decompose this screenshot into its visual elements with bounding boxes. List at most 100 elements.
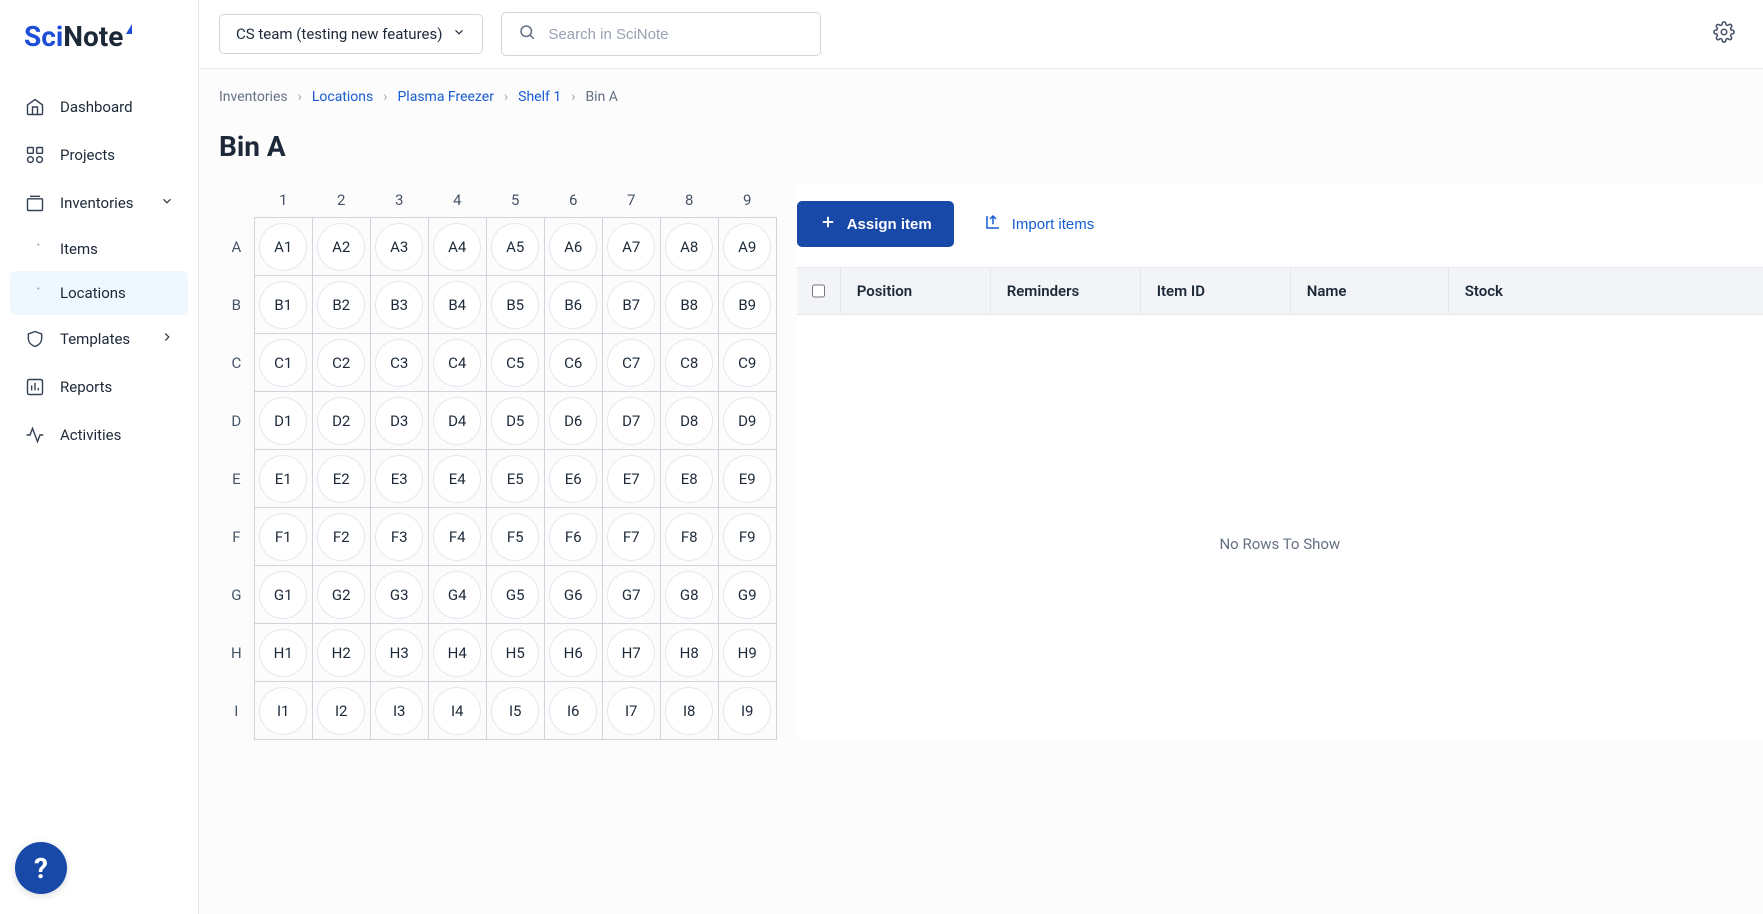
grid-cell-I6[interactable]: I6 xyxy=(544,682,602,740)
grid-cell-C9[interactable]: C9 xyxy=(718,334,776,392)
breadcrumb-shelf-1[interactable]: Shelf 1 xyxy=(518,89,561,105)
grid-cell-H6[interactable]: H6 xyxy=(544,624,602,682)
grid-cell-E1[interactable]: E1 xyxy=(254,450,312,508)
import-items-button[interactable]: Import items xyxy=(984,213,1095,235)
grid-cell-B8[interactable]: B8 xyxy=(660,276,718,334)
grid-cell-E9[interactable]: E9 xyxy=(718,450,776,508)
grid-cell-B3[interactable]: B3 xyxy=(370,276,428,334)
grid-cell-H2[interactable]: H2 xyxy=(312,624,370,682)
grid-cell-B4[interactable]: B4 xyxy=(428,276,486,334)
grid-cell-C1[interactable]: C1 xyxy=(254,334,312,392)
breadcrumb-plasma-freezer[interactable]: Plasma Freezer xyxy=(397,89,493,105)
select-all-header[interactable] xyxy=(797,268,841,314)
subnav-items[interactable]: · Items xyxy=(10,227,188,271)
search-input[interactable] xyxy=(548,26,804,43)
grid-cell-A3[interactable]: A3 xyxy=(370,218,428,276)
grid-cell-G6[interactable]: G6 xyxy=(544,566,602,624)
grid-cell-G5[interactable]: G5 xyxy=(486,566,544,624)
grid-cell-G4[interactable]: G4 xyxy=(428,566,486,624)
grid-cell-F5[interactable]: F5 xyxy=(486,508,544,566)
grid-cell-F2[interactable]: F2 xyxy=(312,508,370,566)
grid-cell-E2[interactable]: E2 xyxy=(312,450,370,508)
grid-cell-B1[interactable]: B1 xyxy=(254,276,312,334)
grid-cell-D4[interactable]: D4 xyxy=(428,392,486,450)
grid-cell-G3[interactable]: G3 xyxy=(370,566,428,624)
grid-cell-F7[interactable]: F7 xyxy=(602,508,660,566)
grid-cell-A6[interactable]: A6 xyxy=(544,218,602,276)
grid-cell-I2[interactable]: I2 xyxy=(312,682,370,740)
breadcrumb-locations[interactable]: Locations xyxy=(312,89,373,105)
grid-cell-F1[interactable]: F1 xyxy=(254,508,312,566)
team-selector[interactable]: CS team (testing new features) xyxy=(219,14,483,54)
grid-cell-H1[interactable]: H1 xyxy=(254,624,312,682)
grid-cell-H8[interactable]: H8 xyxy=(660,624,718,682)
search-box[interactable] xyxy=(501,12,821,56)
nav-dashboard[interactable]: Dashboard xyxy=(10,83,188,131)
help-button[interactable]: ? xyxy=(15,842,67,894)
grid-cell-B9[interactable]: B9 xyxy=(718,276,776,334)
grid-cell-G8[interactable]: G8 xyxy=(660,566,718,624)
grid-cell-H7[interactable]: H7 xyxy=(602,624,660,682)
grid-cell-G2[interactable]: G2 xyxy=(312,566,370,624)
grid-cell-D3[interactable]: D3 xyxy=(370,392,428,450)
grid-cell-F6[interactable]: F6 xyxy=(544,508,602,566)
grid-cell-A8[interactable]: A8 xyxy=(660,218,718,276)
grid-cell-E5[interactable]: E5 xyxy=(486,450,544,508)
grid-cell-C7[interactable]: C7 xyxy=(602,334,660,392)
grid-cell-B6[interactable]: B6 xyxy=(544,276,602,334)
column-position[interactable]: Position xyxy=(841,268,991,314)
grid-cell-I4[interactable]: I4 xyxy=(428,682,486,740)
grid-cell-H4[interactable]: H4 xyxy=(428,624,486,682)
grid-cell-A5[interactable]: A5 xyxy=(486,218,544,276)
nav-activities[interactable]: Activities xyxy=(10,411,188,459)
grid-cell-F4[interactable]: F4 xyxy=(428,508,486,566)
grid-cell-C5[interactable]: C5 xyxy=(486,334,544,392)
grid-cell-A7[interactable]: A7 xyxy=(602,218,660,276)
grid-cell-A2[interactable]: A2 xyxy=(312,218,370,276)
column-name[interactable]: Name xyxy=(1291,268,1449,314)
grid-cell-D2[interactable]: D2 xyxy=(312,392,370,450)
grid-cell-G7[interactable]: G7 xyxy=(602,566,660,624)
grid-cell-D6[interactable]: D6 xyxy=(544,392,602,450)
assign-item-button[interactable]: Assign item xyxy=(797,201,954,247)
column-item-id[interactable]: Item ID xyxy=(1141,268,1291,314)
grid-cell-D1[interactable]: D1 xyxy=(254,392,312,450)
grid-cell-B5[interactable]: B5 xyxy=(486,276,544,334)
grid-cell-D5[interactable]: D5 xyxy=(486,392,544,450)
grid-cell-I7[interactable]: I7 xyxy=(602,682,660,740)
select-all-checkbox[interactable] xyxy=(812,283,825,299)
grid-cell-E7[interactable]: E7 xyxy=(602,450,660,508)
grid-cell-I8[interactable]: I8 xyxy=(660,682,718,740)
grid-cell-D7[interactable]: D7 xyxy=(602,392,660,450)
grid-cell-D9[interactable]: D9 xyxy=(718,392,776,450)
grid-cell-C8[interactable]: C8 xyxy=(660,334,718,392)
grid-cell-F3[interactable]: F3 xyxy=(370,508,428,566)
logo[interactable]: SciNote xyxy=(0,0,198,83)
grid-cell-G1[interactable]: G1 xyxy=(254,566,312,624)
grid-cell-C3[interactable]: C3 xyxy=(370,334,428,392)
grid-cell-H5[interactable]: H5 xyxy=(486,624,544,682)
nav-projects[interactable]: Projects xyxy=(10,131,188,179)
grid-cell-F8[interactable]: F8 xyxy=(660,508,718,566)
grid-cell-E3[interactable]: E3 xyxy=(370,450,428,508)
grid-cell-E6[interactable]: E6 xyxy=(544,450,602,508)
column-reminders[interactable]: Reminders xyxy=(991,268,1141,314)
grid-cell-A9[interactable]: A9 xyxy=(718,218,776,276)
grid-cell-I1[interactable]: I1 xyxy=(254,682,312,740)
breadcrumb-inventories[interactable]: Inventories xyxy=(219,89,288,105)
grid-cell-C2[interactable]: C2 xyxy=(312,334,370,392)
grid-cell-E8[interactable]: E8 xyxy=(660,450,718,508)
nav-inventories[interactable]: Inventories xyxy=(10,179,188,227)
grid-cell-H3[interactable]: H3 xyxy=(370,624,428,682)
grid-cell-C6[interactable]: C6 xyxy=(544,334,602,392)
grid-cell-A1[interactable]: A1 xyxy=(254,218,312,276)
grid-cell-I3[interactable]: I3 xyxy=(370,682,428,740)
column-stock[interactable]: Stock xyxy=(1449,268,1521,314)
grid-cell-H9[interactable]: H9 xyxy=(718,624,776,682)
grid-cell-C4[interactable]: C4 xyxy=(428,334,486,392)
grid-cell-G9[interactable]: G9 xyxy=(718,566,776,624)
nav-templates[interactable]: Templates xyxy=(10,315,188,363)
grid-cell-I9[interactable]: I9 xyxy=(718,682,776,740)
grid-cell-E4[interactable]: E4 xyxy=(428,450,486,508)
settings-button[interactable] xyxy=(1705,13,1743,55)
